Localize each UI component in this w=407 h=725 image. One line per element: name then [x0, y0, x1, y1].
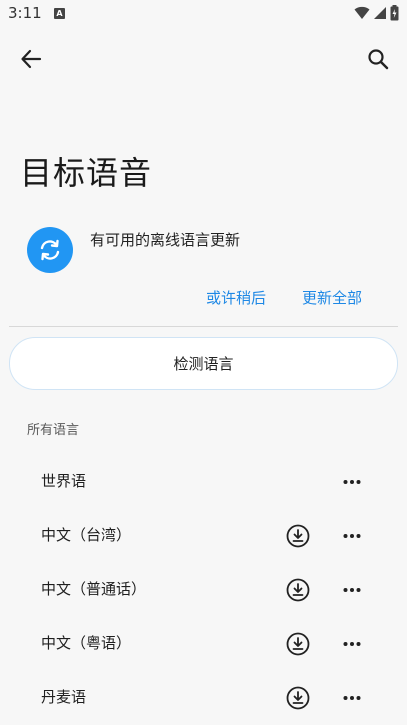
search-button[interactable] [361, 42, 395, 76]
status-icons [354, 5, 399, 21]
update-all-button[interactable]: 更新全部 [302, 287, 362, 308]
more-options-icon[interactable] [340, 686, 364, 710]
wifi-icon [354, 6, 370, 19]
divider [9, 326, 398, 327]
more-options-icon[interactable] [340, 524, 364, 548]
search-icon [368, 49, 389, 70]
download-icon[interactable] [286, 632, 310, 656]
detect-language-button[interactable]: 检测语言 [9, 337, 398, 390]
language-row-esperanto[interactable]: 世界语 [0, 455, 407, 509]
update-message: 有可用的离线语言更新 [90, 231, 241, 249]
language-label: 中文（粤语） [41, 634, 132, 652]
section-header-all-languages: 所有语言 [27, 423, 80, 438]
language-label: 丹麦语 [41, 688, 87, 706]
status-bar: 3:11 A [0, 0, 407, 28]
battery-icon [390, 5, 399, 21]
download-icon[interactable] [286, 524, 310, 548]
download-icon[interactable] [286, 686, 310, 710]
language-label: 中文（台湾） [41, 526, 132, 544]
status-time: 3:11 [8, 4, 42, 22]
notification-badge-icon: A [54, 8, 65, 19]
toolbar [0, 28, 407, 88]
sync-icon [27, 227, 73, 273]
language-row-danish[interactable]: 丹麦语 [0, 671, 407, 725]
page-title: 目标语音 [20, 154, 153, 192]
language-label: 中文（普通话） [41, 580, 147, 598]
language-row-chinese-taiwan[interactable]: 中文（台湾） [0, 509, 407, 563]
more-options-icon[interactable] [340, 632, 364, 656]
download-icon[interactable] [286, 578, 310, 602]
signal-icon [374, 7, 386, 19]
language-row-chinese-mandarin[interactable]: 中文（普通话） [0, 563, 407, 617]
back-button[interactable] [14, 42, 48, 76]
language-label: 世界语 [41, 472, 87, 490]
more-options-icon[interactable] [340, 470, 364, 494]
later-button[interactable]: 或许稍后 [206, 287, 266, 308]
more-options-icon[interactable] [340, 578, 364, 602]
language-row-chinese-cantonese[interactable]: 中文（粤语） [0, 617, 407, 671]
arrow-left-icon [21, 49, 42, 69]
